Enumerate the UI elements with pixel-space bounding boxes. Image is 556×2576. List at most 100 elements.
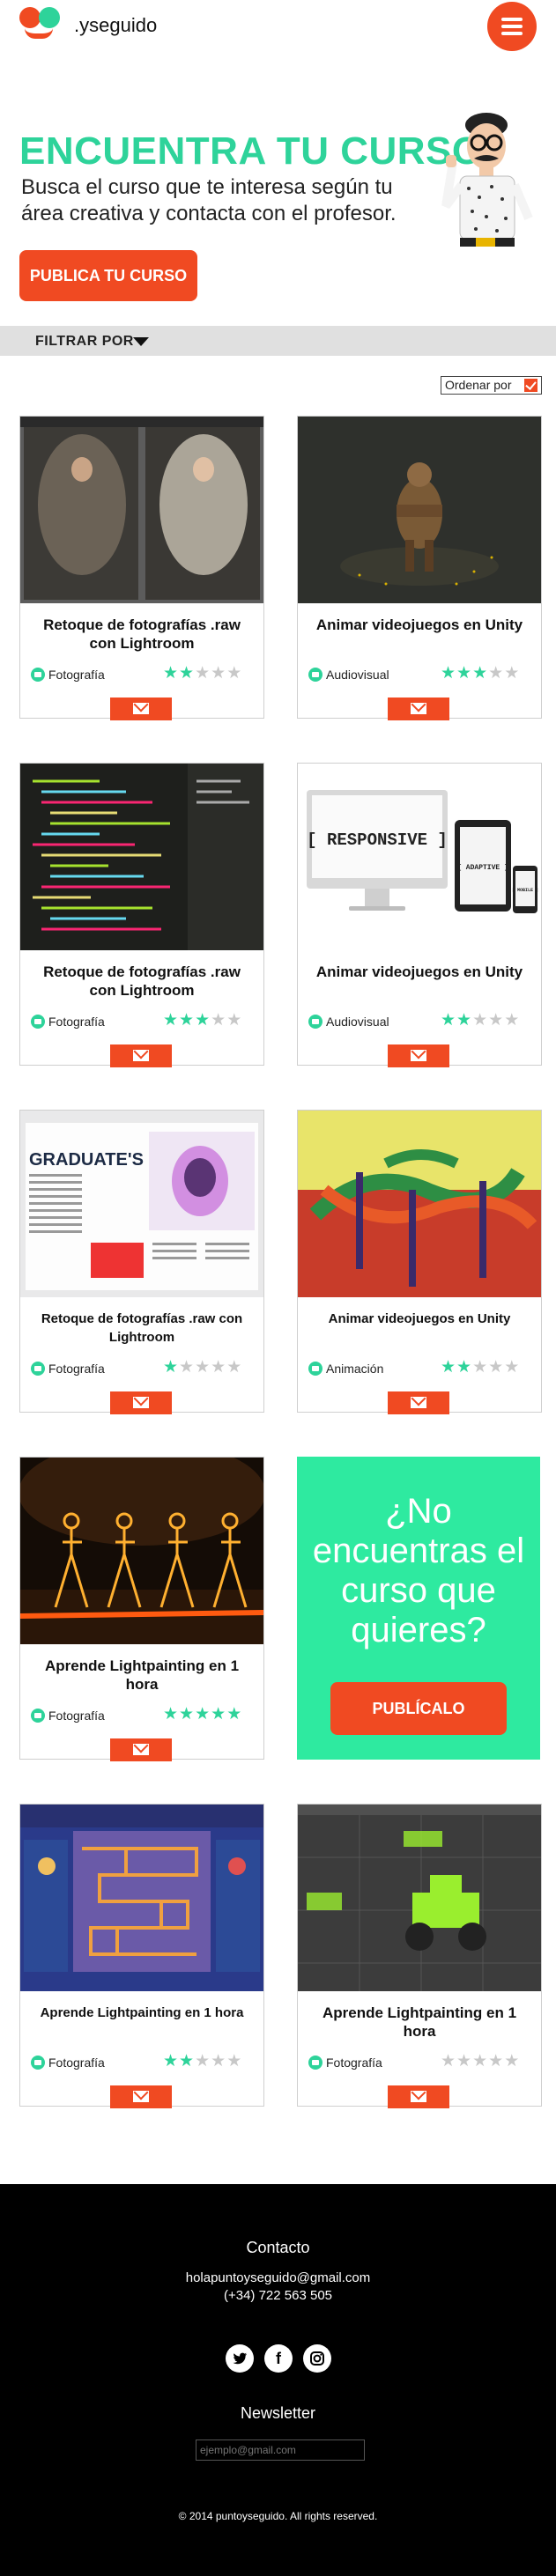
contact-email[interactable]: holapuntoyseguido@gmail.com <box>0 2270 556 2285</box>
hero: ENCUENTRA TU CURSO Busca el curso que te… <box>0 55 556 319</box>
course-title[interactable]: Animar videojuegos en Unity <box>307 963 532 981</box>
course-card[interactable]: Aprende Lightpainting en 1 hora Fotograf… <box>19 1457 264 1761</box>
camera-icon <box>31 1362 45 1376</box>
contact-button[interactable] <box>388 1391 449 1414</box>
contact-button[interactable] <box>388 1044 449 1067</box>
course-card[interactable]: Animar videojuegos en Unity Audiovisual … <box>297 416 542 720</box>
category-label: Audiovisual <box>326 1015 389 1029</box>
category-label: Animación <box>326 1362 384 1376</box>
logo[interactable] <box>19 7 67 49</box>
contact-button[interactable] <box>110 698 172 720</box>
course-image <box>20 1458 263 1644</box>
star-empty-icon: ★ <box>488 1358 505 1377</box>
brand-name[interactable]: .yseguido <box>74 14 157 37</box>
mail-icon <box>411 1050 426 1061</box>
star-filled-icon: ★ <box>441 1358 457 1377</box>
course-card[interactable]: Aprende Lightpainting en 1 hora Fotograf… <box>297 1804 542 2108</box>
star-empty-icon: ★ <box>211 1358 227 1377</box>
category-label: Fotografía <box>48 1709 105 1723</box>
course-title[interactable]: Aprende Lightpainting en 1 hora <box>29 1657 255 1694</box>
star-empty-icon: ★ <box>211 2052 227 2070</box>
course-image: GRADUATE'S <box>20 1111 263 1297</box>
instagram-icon[interactable] <box>303 2344 331 2373</box>
responsive-label: [ RESPONSIVE ] <box>307 830 448 850</box>
rating: ★★★★★ <box>163 1706 242 1723</box>
star-filled-icon: ★ <box>456 1011 473 1030</box>
category-label: Fotografía <box>48 2056 105 2070</box>
publish-button[interactable]: PUBLÍCALO <box>330 1682 507 1735</box>
newsletter-email-input[interactable] <box>196 2439 365 2461</box>
course-card[interactable]: GRADUATE'S Retoque de fotografías .raw c… <box>19 1110 264 1414</box>
publish-course-button[interactable]: PUBLICA TU CURSO <box>19 250 197 301</box>
star-empty-icon: ★ <box>211 664 227 683</box>
contact-button[interactable] <box>110 2085 172 2108</box>
contact-button[interactable] <box>110 1391 172 1414</box>
order-by-select[interactable]: Ordenar por <box>441 376 542 395</box>
camera-icon <box>31 1709 45 1723</box>
star-filled-icon: ★ <box>441 664 457 683</box>
course-card[interactable]: Animar videojuegos en Unity Animación ★★… <box>297 1110 542 1414</box>
contact-button[interactable] <box>110 1738 172 1761</box>
contact-title: Contacto <box>246 2239 310 2256</box>
course-title[interactable]: Animar videojuegos en Unity <box>307 616 532 634</box>
chevron-down-icon[interactable] <box>133 337 149 346</box>
contact-phone[interactable]: (+34) 722 563 505 <box>0 2288 556 2303</box>
filter-bar[interactable]: FILTRAR POR <box>0 326 556 356</box>
course-card[interactable]: Aprende Lightpainting en 1 hora Fotograf… <box>19 1804 264 2108</box>
camera-icon <box>31 1015 45 1029</box>
star-filled-icon: ★ <box>211 1705 227 1723</box>
mail-icon <box>133 1397 149 1408</box>
star-filled-icon: ★ <box>163 664 180 683</box>
course-title[interactable]: Aprende Lightpainting en 1 hora <box>29 2004 255 2022</box>
mail-icon <box>133 703 149 714</box>
logo-green-dot <box>39 7 60 28</box>
course-title[interactable]: Retoque de fotografías .raw con Lightroo… <box>29 616 255 653</box>
mail-icon <box>133 1050 149 1061</box>
course-image: [ RESPONSIVE ] [ ADAPTIVE ] [ MOBILE ] <box>298 764 541 950</box>
course-card[interactable]: Retoque de fotografías .raw con Lightroo… <box>19 763 264 1067</box>
rating: ★★★★★ <box>441 665 520 683</box>
star-empty-icon: ★ <box>504 664 521 683</box>
course-card[interactable]: [ RESPONSIVE ] [ ADAPTIVE ] [ MOBILE ] A… <box>297 763 542 1067</box>
star-filled-icon: ★ <box>163 1705 180 1723</box>
camera-icon <box>308 2056 322 2070</box>
rating: ★★★★★ <box>441 1012 520 1030</box>
star-filled-icon: ★ <box>163 1011 180 1030</box>
course-image <box>298 417 541 603</box>
star-empty-icon: ★ <box>472 1011 489 1030</box>
promo-card: ¿No encuentras el curso que quieres? PUB… <box>297 1457 540 1760</box>
menu-button[interactable] <box>487 2 537 51</box>
facebook-icon[interactable]: f <box>264 2344 293 2373</box>
contact-button[interactable] <box>388 2085 449 2108</box>
star-filled-icon: ★ <box>456 664 473 683</box>
checkbox-checked-icon[interactable] <box>524 379 537 392</box>
course-image <box>298 1111 541 1297</box>
course-title[interactable]: Retoque de fotografías .raw con Lightroo… <box>29 963 255 1000</box>
star-empty-icon: ★ <box>195 664 211 683</box>
course-card[interactable]: Retoque de fotografías .raw con Lightroo… <box>19 416 264 720</box>
course-image <box>20 764 263 950</box>
course-title[interactable]: Retoque de fotografías .raw con Lightroo… <box>29 1310 255 1347</box>
contact-button[interactable] <box>388 698 449 720</box>
contact-button[interactable] <box>110 1044 172 1067</box>
star-empty-icon: ★ <box>226 1011 243 1030</box>
course-title[interactable]: Animar videojuegos en Unity <box>307 1310 532 1328</box>
star-empty-icon: ★ <box>504 1011 521 1030</box>
star-empty-icon: ★ <box>195 2052 211 2070</box>
course-title[interactable]: Aprende Lightpainting en 1 hora <box>307 2004 532 2041</box>
logo-red-dot <box>19 7 41 28</box>
promo-text: ¿No encuentras el curso que quieres? <box>312 1492 525 1650</box>
copyright: © 2014 puntoyseguido. All rights reserve… <box>178 2510 378 2522</box>
star-filled-icon: ★ <box>195 1011 211 1030</box>
category-label: Fotografía <box>48 1015 105 1029</box>
star-empty-icon: ★ <box>441 2052 457 2070</box>
mobile-label: [ MOBILE ] <box>512 888 538 893</box>
rating: ★★★★★ <box>163 1012 242 1030</box>
twitter-icon[interactable] <box>226 2344 254 2373</box>
star-empty-icon: ★ <box>179 1358 196 1377</box>
star-empty-icon: ★ <box>211 1011 227 1030</box>
star-empty-icon: ★ <box>488 1011 505 1030</box>
star-empty-icon: ★ <box>472 1358 489 1377</box>
star-empty-icon: ★ <box>226 2052 243 2070</box>
filter-label[interactable]: FILTRAR POR <box>35 334 134 350</box>
